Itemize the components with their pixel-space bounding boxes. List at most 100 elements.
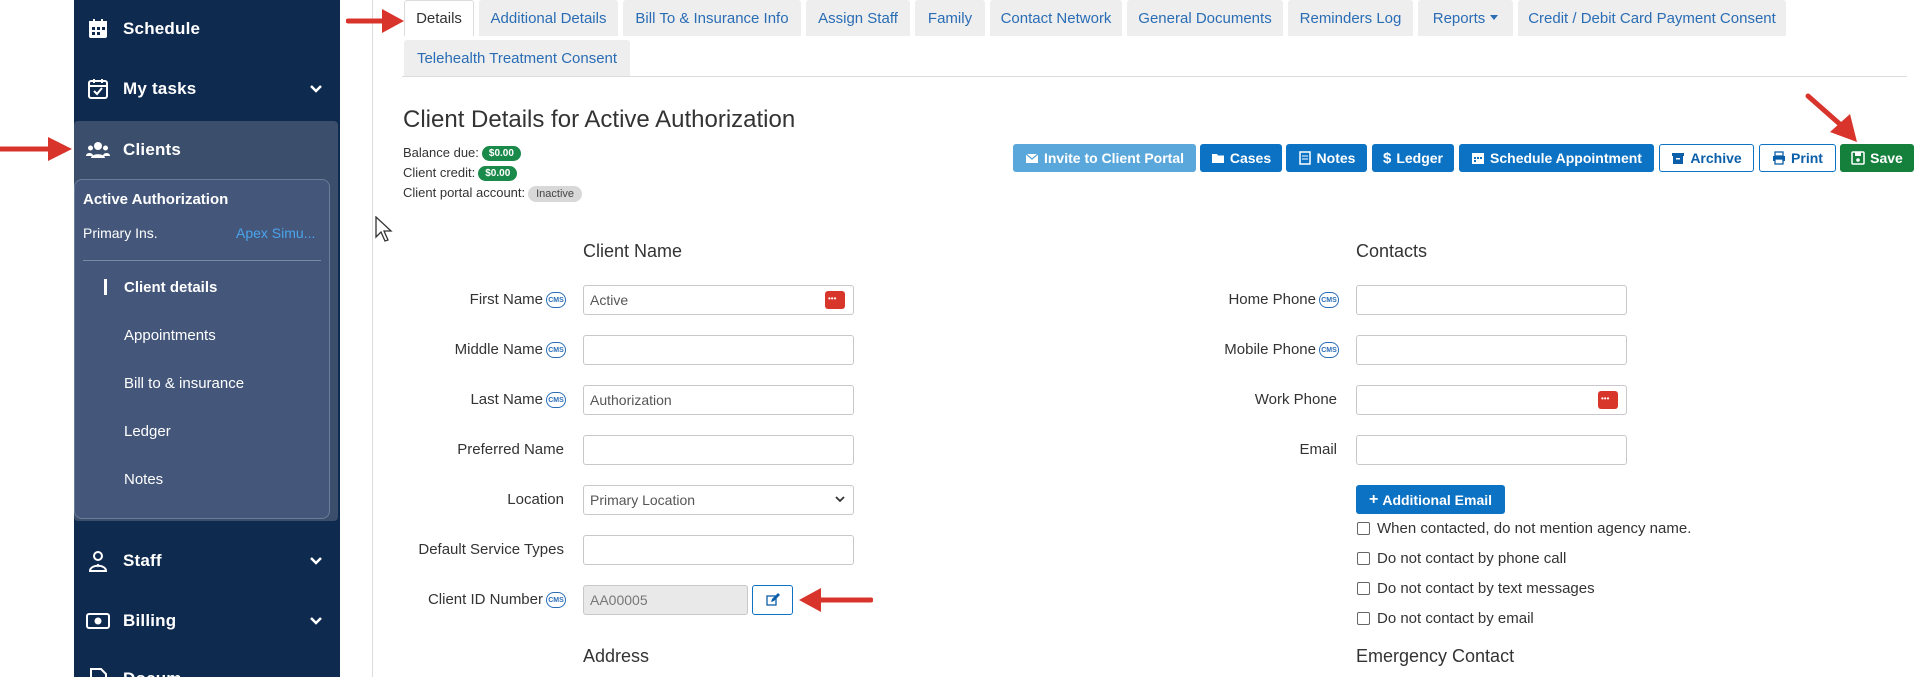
page-title: Client Details for Active Authorization — [403, 106, 796, 133]
last-name-text: Last Name — [470, 391, 543, 408]
cms-badge-icon[interactable]: CMS — [546, 342, 566, 359]
ledger-button[interactable]: $ Ledger — [1372, 144, 1454, 172]
home-phone-text: Home Phone — [1228, 291, 1316, 308]
red-arrow-icon — [0, 137, 72, 161]
save-button[interactable]: Save — [1840, 144, 1914, 172]
first-name-value: Active — [590, 292, 629, 308]
location-select[interactable]: Primary Location — [583, 485, 854, 515]
sub-link-bill-to-insurance[interactable]: Bill to & insurance — [124, 375, 244, 392]
cms-badge-icon[interactable]: CMS — [546, 392, 566, 409]
client-credit-row: Client credit: $0.00 — [403, 165, 518, 182]
users-icon — [86, 142, 110, 158]
tab-card-payment-consent-label: Credit / Debit Card Payment Consent — [1528, 9, 1776, 27]
primary-ins-label: Primary Ins. — [83, 225, 158, 241]
nav-billing[interactable]: Billing — [74, 601, 340, 641]
sub-link-notes[interactable]: Notes — [124, 471, 163, 488]
tab-assign-staff-label: Assign Staff — [818, 9, 898, 27]
nav-clients[interactable]: Clients — [74, 130, 340, 170]
last-name-input[interactable]: Authorization — [583, 385, 854, 415]
tab-telehealth-consent[interactable]: Telehealth Treatment Consent — [404, 40, 630, 76]
email-input[interactable] — [1356, 435, 1627, 465]
tab-contact-network[interactable]: Contact Network — [990, 0, 1122, 36]
cms-badge-icon[interactable]: CMS — [1319, 292, 1339, 309]
tab-additional-details[interactable]: Additional Details — [479, 0, 618, 36]
cases-button[interactable]: Cases — [1200, 144, 1282, 172]
schedule-appointment-button[interactable]: Schedule Appointment — [1459, 144, 1654, 172]
archive-icon — [1672, 153, 1685, 164]
notes-icon — [1298, 151, 1311, 165]
edit-client-id-button[interactable] — [752, 585, 793, 615]
nav-documents[interactable]: Docum... — [74, 659, 340, 699]
notes-button[interactable]: Notes — [1286, 144, 1367, 172]
client-id-input: AA00005 — [583, 585, 748, 615]
middle-name-text: Middle Name — [454, 341, 543, 358]
invite-to-portal-label: Invite to Client Portal — [1043, 150, 1184, 166]
first-name-text: First Name — [469, 291, 543, 308]
location-value: Primary Location — [590, 492, 696, 508]
no-agency-name-checkbox[interactable]: When contacted, do not mention agency na… — [1357, 520, 1691, 537]
no-email-checkbox[interactable]: Do not contact by email — [1357, 610, 1534, 627]
first-name-label: First Name CMS — [469, 291, 566, 309]
home-phone-input[interactable] — [1356, 285, 1627, 315]
work-phone-input[interactable] — [1356, 385, 1627, 415]
portal-account-row: Client portal account: Inactive — [403, 185, 583, 202]
tab-reminders-log[interactable]: Reminders Log — [1288, 0, 1413, 36]
nav-staff[interactable]: Staff — [74, 541, 340, 581]
checkbox-icon[interactable] — [1357, 522, 1370, 535]
sub-link-client-details[interactable]: Client details — [124, 279, 217, 296]
mobile-phone-text: Mobile Phone — [1224, 341, 1316, 358]
address-heading: Address — [583, 646, 650, 666]
middle-name-input[interactable] — [583, 335, 854, 365]
more-options-icon[interactable] — [1598, 391, 1618, 409]
cms-badge-icon[interactable]: CMS — [546, 592, 566, 609]
print-button[interactable]: Print — [1759, 144, 1836, 172]
checkbox-icon[interactable] — [1357, 582, 1370, 595]
first-name-input[interactable]: Active — [583, 285, 854, 315]
mouse-cursor-icon — [375, 216, 393, 242]
tab-bill-to-insurance[interactable]: Bill To & Insurance Info — [623, 0, 801, 36]
client-id-label: Client ID Number CMS — [428, 591, 566, 609]
tab-underline — [402, 76, 1907, 77]
archive-label: Archive — [1690, 150, 1742, 166]
tab-reports-label: Reports — [1432, 9, 1486, 27]
sub-link-ledger[interactable]: Ledger — [124, 423, 171, 440]
portal-status-badge: Inactive — [528, 185, 583, 202]
preferred-name-input[interactable] — [583, 435, 854, 465]
content-border — [372, 0, 373, 677]
additional-email-label: Additional Email — [1382, 491, 1493, 508]
tab-reports[interactable]: Reports — [1418, 0, 1513, 36]
mobile-phone-label: Mobile Phone CMS — [1224, 341, 1339, 359]
tab-family[interactable]: Family — [915, 0, 985, 36]
invite-to-portal-button[interactable]: Invite to Client Portal — [1013, 144, 1196, 172]
tab-general-documents[interactable]: General Documents — [1127, 0, 1283, 36]
sub-link-appointments[interactable]: Appointments — [124, 327, 216, 344]
no-text-checkbox[interactable]: Do not contact by text messages — [1357, 580, 1595, 597]
additional-email-button[interactable]: + Additional Email — [1356, 485, 1505, 514]
archive-button[interactable]: Archive — [1659, 144, 1754, 172]
contacts-heading: Contacts — [1356, 241, 1428, 261]
nav-schedule[interactable]: Schedule — [74, 9, 340, 49]
tab-card-payment-consent[interactable]: Credit / Debit Card Payment Consent — [1518, 0, 1786, 36]
home-phone-label: Home Phone CMS — [1228, 291, 1339, 309]
cms-badge-icon[interactable]: CMS — [1319, 342, 1339, 359]
nav-my-tasks[interactable]: My tasks — [74, 69, 340, 109]
nav-documents-label: Docum... — [123, 669, 197, 688]
red-arrow-icon — [346, 9, 404, 33]
primary-ins-link[interactable]: Apex Simu... — [236, 225, 315, 241]
calendar-check-icon — [88, 79, 108, 99]
default-service-types-input[interactable] — [583, 535, 854, 565]
floppy-disk-icon — [1851, 151, 1865, 165]
nav-my-tasks-label: My tasks — [123, 79, 197, 98]
no-phone-call-checkbox[interactable]: Do not contact by phone call — [1357, 550, 1566, 567]
chevron-down-icon — [310, 557, 322, 565]
ledger-label: Ledger — [1396, 150, 1444, 166]
checkbox-icon[interactable] — [1357, 552, 1370, 565]
mobile-phone-input[interactable] — [1356, 335, 1627, 365]
caret-down-icon — [1490, 15, 1499, 20]
tab-details[interactable]: Details — [404, 0, 474, 36]
tab-assign-staff[interactable]: Assign Staff — [806, 0, 910, 36]
cms-badge-icon[interactable]: CMS — [546, 292, 566, 309]
checkbox-icon[interactable] — [1357, 612, 1370, 625]
tab-contact-network-label: Contact Network — [1000, 9, 1112, 27]
more-options-icon[interactable] — [825, 291, 845, 309]
